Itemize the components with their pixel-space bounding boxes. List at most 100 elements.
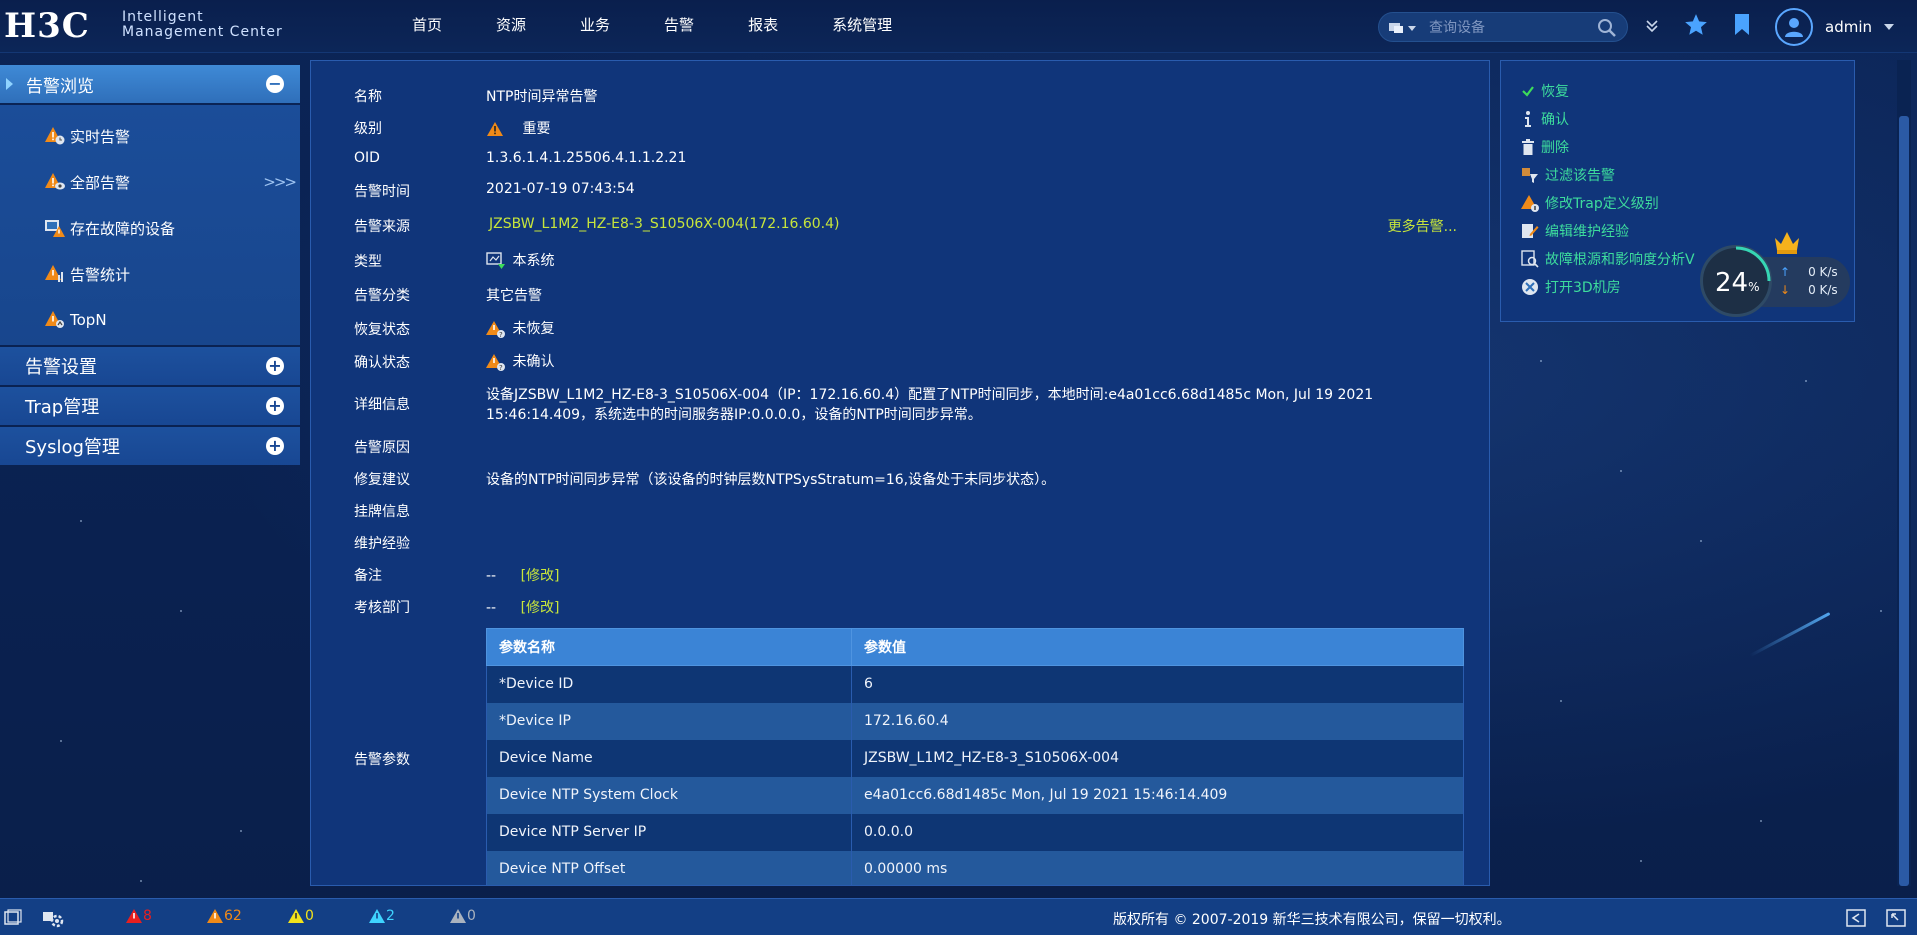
param-name: *Device IP [486, 702, 852, 740]
sidebar-group-label: Trap管理 [25, 397, 100, 418]
major-alarm-count[interactable]: 62 [206, 908, 242, 924]
sidebar-submenu: 实时告警 全部告警 存在故障的设备 告警统计 TopN >>> [0, 105, 300, 345]
param-value: 6 [851, 665, 1464, 703]
bookmark-icon[interactable] [1733, 13, 1751, 37]
double-chevron-down-icon[interactable] [1644, 18, 1660, 34]
oid-label: OID [354, 150, 380, 166]
user-name: admin [1825, 18, 1872, 36]
back-icon[interactable] [1846, 909, 1866, 927]
recover-value-wrap: ? 未恢复 [486, 318, 554, 338]
search-input[interactable] [1429, 17, 1579, 39]
level-value: 重要 [522, 121, 551, 137]
sidebar: 告警浏览 − 实时告警 全部告警 存在故障的设备 告警统计 TopN >>> 告… [0, 65, 300, 465]
page-scrollbar[interactable] [1897, 60, 1911, 886]
param-value: e4a01cc6.68d1485c Mon, Jul 19 2021 15:46… [851, 776, 1464, 814]
param-name: Device NTP System Clock [486, 776, 852, 814]
user-menu[interactable]: admin [1775, 8, 1894, 46]
sidebar-group-syslog[interactable]: Syslog管理 + [0, 427, 300, 465]
favorite-star-icon[interactable] [1683, 12, 1709, 38]
dept-value: -- [486, 600, 497, 616]
warning-alarm-count[interactable]: 2 [368, 908, 395, 924]
critical-alarm-count[interactable]: 8 [125, 908, 152, 924]
trash-icon [1522, 139, 1534, 155]
param-value: 0.00000 ms [851, 850, 1464, 885]
expand-icon[interactable]: + [266, 357, 284, 375]
action-root-cause[interactable]: 故障根源和影响度分析V [1521, 249, 1695, 269]
minor-alarm-count[interactable]: 0 [287, 908, 314, 924]
level-label: 级别 [354, 121, 382, 137]
remark-label: 备注 [354, 568, 382, 584]
action-modify-trap[interactable]: 修改Trap定义级别 [1521, 193, 1659, 213]
nav-service[interactable]: 业务 [563, 0, 627, 53]
info-line-2: 15:46:14.409，系统选中的时间服务器IP:0.0.0.0，设备的NTP… [486, 407, 982, 423]
param-name: Device Name [486, 739, 852, 777]
fullscreen-icon[interactable] [1886, 909, 1906, 927]
3d-room-icon [1522, 279, 1538, 295]
all-alarm-icon [45, 173, 65, 190]
sidebar-item-label: TopN [70, 311, 107, 329]
main-nav: 首页 资源 业务 告警 报表 系统管理 [395, 0, 929, 53]
sidebar-section-alarm-browse[interactable]: 告警浏览 − [0, 65, 300, 103]
svg-text:?: ? [499, 331, 503, 338]
action-recover[interactable]: 恢复 [1521, 81, 1569, 101]
more-alarms-link[interactable]: 更多告警... [1388, 216, 1457, 236]
alarm-params-table: 参数名称 参数值 *Device ID 6 *Device IP 172.16.… [486, 628, 1464, 885]
gauge-percent: 24% [1715, 268, 1760, 298]
alarm-detail-panel: 名称 NTP时间异常告警 级别 重要 OID 1.3.6.1.4.1.25506… [310, 60, 1490, 886]
major-alarm-icon [487, 122, 503, 136]
warning-alarm-icon [369, 909, 385, 923]
device-type-icon[interactable] [1389, 21, 1419, 35]
alarm-settings-icon[interactable] [42, 908, 64, 928]
action-confirm[interactable]: 确认 [1521, 109, 1569, 129]
collapse-icon[interactable]: − [266, 75, 284, 93]
expand-icon[interactable]: + [266, 397, 284, 415]
col-param-name: 参数名称 [486, 628, 852, 666]
suggest-value: 设备的NTP时间同步异常（该设备的时钟层数NTPSysStratum=16,设备… [486, 472, 1056, 488]
param-value: 0.0.0.0 [851, 813, 1464, 851]
nav-resource[interactable]: 资源 [479, 0, 543, 53]
unknown-alarm-icon [450, 909, 466, 923]
edit-icon [1522, 224, 1539, 238]
nav-home[interactable]: 首页 [395, 0, 459, 53]
unrecovered-icon: ? [486, 321, 505, 338]
search-icon[interactable] [1597, 18, 1617, 38]
meteor-decoration [1749, 612, 1831, 657]
sidebar-collapse-chevron[interactable]: >>> [263, 173, 297, 191]
logo-text: Intelligent Management Center [122, 10, 283, 40]
sidebar-item-realtime-alarm[interactable]: 实时告警 [0, 113, 300, 159]
remark-value-wrap: -- [修改] [486, 565, 560, 585]
table-row: Device NTP Offset 0.00000 ms [486, 850, 1464, 885]
window-icon[interactable] [4, 909, 22, 927]
unknown-alarm-count[interactable]: 0 [449, 908, 476, 924]
info-icon [1525, 111, 1531, 127]
sidebar-item-faulty-device[interactable]: 存在故障的设备 [0, 205, 300, 251]
sidebar-group-trap[interactable]: Trap管理 + [0, 387, 300, 425]
action-edit-maintenance[interactable]: 编辑维护经验 [1521, 221, 1629, 241]
sidebar-item-alarm-stat[interactable]: 告警统计 [0, 251, 300, 297]
faulty-device-icon [45, 220, 65, 237]
vip-crown-icon [1775, 232, 1799, 254]
nav-alarm[interactable]: 告警 [647, 0, 711, 53]
action-open-3d[interactable]: 打开3D机房 [1521, 277, 1621, 297]
nav-report[interactable]: 报表 [731, 0, 795, 53]
nav-system[interactable]: 系统管理 [815, 0, 909, 53]
action-delete[interactable]: 删除 [1521, 137, 1569, 157]
name-label: 名称 [354, 89, 382, 105]
sidebar-item-all-alarm[interactable]: 全部告警 [0, 159, 300, 205]
source-link[interactable]: JZSBW_L1M2_HZ-E8-3_S10506X-004(172.16.60… [489, 216, 840, 232]
sidebar-item-topn[interactable]: TopN [0, 297, 300, 343]
local-system-icon [486, 252, 505, 269]
critical-alarm-icon [126, 909, 142, 923]
category-label: 告警分类 [354, 288, 410, 304]
scrollbar-thumb[interactable] [1899, 116, 1909, 886]
device-search [1378, 12, 1628, 42]
type-value-wrap: 本系统 [486, 250, 554, 270]
action-filter[interactable]: 过滤该告警 [1521, 165, 1615, 185]
confirm-value: 未确认 [512, 354, 555, 370]
sidebar-section-title: 告警浏览 [26, 76, 94, 97]
sidebar-group-alarm-settings[interactable]: 告警设置 + [0, 347, 300, 385]
logo-line1: Intelligent [122, 9, 204, 25]
dept-edit-link[interactable]: [修改] [521, 600, 560, 616]
expand-icon[interactable]: + [266, 437, 284, 455]
remark-edit-link[interactable]: [修改] [521, 568, 560, 584]
